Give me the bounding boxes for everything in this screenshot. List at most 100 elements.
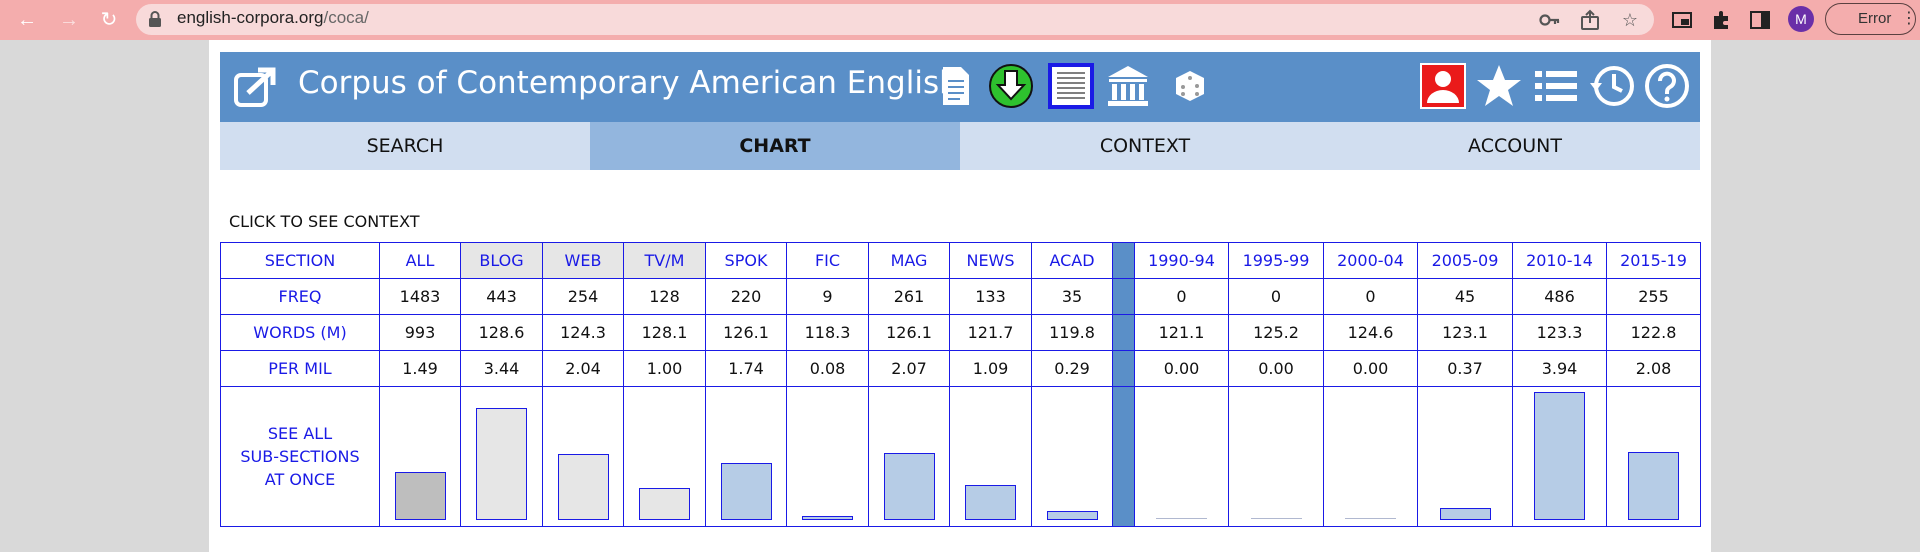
freq-cell[interactable]: 443 bbox=[460, 278, 543, 315]
external-link-icon[interactable] bbox=[232, 65, 278, 111]
user-icon[interactable] bbox=[1420, 63, 1466, 109]
favorites-star-icon[interactable] bbox=[1476, 63, 1522, 109]
section-header-cell[interactable]: SPOK bbox=[705, 242, 787, 279]
bar-cell[interactable] bbox=[1031, 386, 1113, 527]
bar-cell[interactable] bbox=[1323, 386, 1418, 527]
permil-cell: 2.07 bbox=[868, 350, 950, 387]
frequency-bar[interactable] bbox=[1628, 452, 1679, 520]
freq-cell[interactable]: 255 bbox=[1606, 278, 1701, 315]
see-all-subsections-text[interactable]: AT ONCE bbox=[221, 468, 379, 491]
tab-search[interactable]: SEARCH bbox=[220, 122, 590, 170]
frequency-bar[interactable] bbox=[557, 454, 609, 520]
back-arrow-icon[interactable]: ← bbox=[14, 7, 40, 33]
freq-cell[interactable]: 128 bbox=[623, 278, 706, 315]
dice-icon[interactable] bbox=[1173, 69, 1207, 103]
sidebar-icon[interactable] bbox=[1748, 8, 1772, 32]
section-header-cell[interactable]: WEB bbox=[542, 242, 624, 279]
frequency-bar[interactable] bbox=[1439, 508, 1491, 520]
list-icon[interactable] bbox=[1533, 63, 1579, 109]
extensions-icon[interactable] bbox=[1710, 8, 1734, 32]
section-row-label[interactable]: SECTION bbox=[220, 242, 380, 279]
frequency-bar[interactable] bbox=[1345, 518, 1396, 520]
section-header-cell[interactable]: FIC bbox=[786, 242, 869, 279]
freq-cell[interactable]: 261 bbox=[868, 278, 950, 315]
document-icon[interactable] bbox=[933, 63, 979, 109]
frequency-bar[interactable] bbox=[720, 463, 772, 520]
bar-cell[interactable] bbox=[1512, 386, 1607, 527]
history-icon[interactable] bbox=[1589, 63, 1635, 109]
bar-cell[interactable] bbox=[1606, 386, 1701, 527]
tab-account[interactable]: ACCOUNT bbox=[1330, 122, 1700, 170]
forward-arrow-icon[interactable]: → bbox=[56, 7, 82, 33]
frequency-bar[interactable] bbox=[476, 408, 527, 520]
bar-cell[interactable] bbox=[949, 386, 1032, 527]
freq-cell[interactable]: 133 bbox=[949, 278, 1032, 315]
frequency-bar[interactable] bbox=[1156, 518, 1207, 520]
frequency-bar[interactable] bbox=[1046, 511, 1098, 520]
frequency-bar[interactable] bbox=[883, 453, 935, 520]
section-header-cell[interactable]: 1995-99 bbox=[1228, 242, 1324, 279]
section-header-cell[interactable]: BLOG bbox=[460, 242, 543, 279]
star-icon[interactable]: ☆ bbox=[1618, 8, 1642, 32]
profile-avatar[interactable]: M bbox=[1788, 6, 1814, 32]
see-all-subsections-text[interactable]: SUB-SECTIONS bbox=[221, 445, 379, 468]
section-header-cell[interactable]: ALL bbox=[379, 242, 461, 279]
tab-context[interactable]: CONTEXT bbox=[960, 122, 1330, 170]
tab-chart[interactable]: CHART bbox=[590, 122, 960, 170]
freq-cell[interactable]: 254 bbox=[542, 278, 624, 315]
freq-cell[interactable]: 35 bbox=[1031, 278, 1113, 315]
section-header-cell[interactable]: NEWS bbox=[949, 242, 1032, 279]
site-title[interactable]: Corpus of Contemporary American English bbox=[298, 65, 959, 101]
frequency-bar[interactable] bbox=[1534, 392, 1585, 520]
frequency-bar[interactable] bbox=[965, 485, 1016, 520]
section-header-cell[interactable]: TV/M bbox=[623, 242, 706, 279]
freq-cell[interactable]: 0 bbox=[1134, 278, 1229, 315]
frequency-bar[interactable] bbox=[394, 472, 446, 520]
freq-cell[interactable]: 220 bbox=[705, 278, 787, 315]
freq-cell[interactable]: 1483 bbox=[379, 278, 461, 315]
frequency-bar[interactable] bbox=[802, 516, 853, 520]
words-cell: 126.1 bbox=[705, 314, 787, 351]
freq-cell[interactable]: 45 bbox=[1417, 278, 1513, 315]
bar-cell[interactable] bbox=[1134, 386, 1229, 527]
url-text[interactable]: english-corpora.org/coca/ bbox=[177, 8, 369, 28]
freq-cell[interactable]: 9 bbox=[786, 278, 869, 315]
permil-cell: 0.29 bbox=[1031, 350, 1113, 387]
section-header-cell[interactable]: 1990-94 bbox=[1134, 242, 1229, 279]
book-icon[interactable] bbox=[1048, 63, 1094, 109]
section-header-cell[interactable]: 2000-04 bbox=[1323, 242, 1418, 279]
see-all-subsections-text[interactable]: SEE ALL bbox=[221, 422, 379, 445]
freq-cell[interactable]: 0 bbox=[1323, 278, 1418, 315]
reload-icon[interactable]: ↻ bbox=[96, 7, 122, 33]
share-icon[interactable] bbox=[1578, 8, 1602, 32]
lock-icon[interactable] bbox=[148, 10, 162, 28]
download-icon[interactable] bbox=[988, 63, 1034, 109]
see-all-subsections-link[interactable]: SEE ALL SUB-SECTIONS AT ONCE bbox=[220, 386, 380, 527]
bar-cell[interactable] bbox=[868, 386, 950, 527]
bar-cell[interactable] bbox=[542, 386, 624, 527]
column-separator bbox=[1112, 278, 1135, 315]
section-header-cell[interactable]: 2005-09 bbox=[1417, 242, 1513, 279]
bar-cell[interactable] bbox=[379, 386, 461, 527]
picture-in-picture-icon[interactable] bbox=[1670, 8, 1694, 32]
section-header-cell[interactable]: MAG bbox=[868, 242, 950, 279]
bar-cell[interactable] bbox=[1417, 386, 1513, 527]
freq-cell[interactable]: 0 bbox=[1228, 278, 1324, 315]
frequency-bar[interactable] bbox=[1250, 518, 1302, 520]
error-button[interactable]: Error ⋮ bbox=[1825, 3, 1917, 35]
menu-icon[interactable]: ⋮ bbox=[1901, 8, 1917, 28]
help-icon[interactable] bbox=[1644, 63, 1690, 109]
frequency-bar[interactable] bbox=[639, 488, 690, 520]
freq-cell[interactable]: 486 bbox=[1512, 278, 1607, 315]
bar-cell[interactable] bbox=[460, 386, 543, 527]
bar-cell[interactable] bbox=[705, 386, 787, 527]
section-header-cell[interactable]: ACAD bbox=[1031, 242, 1113, 279]
library-icon[interactable] bbox=[1105, 63, 1151, 109]
section-header-cell[interactable]: 2015-19 bbox=[1606, 242, 1701, 279]
bar-cell[interactable] bbox=[623, 386, 706, 527]
bar-cell[interactable] bbox=[786, 386, 869, 527]
bar-cell[interactable] bbox=[1228, 386, 1324, 527]
key-icon[interactable] bbox=[1538, 8, 1562, 32]
section-header-cell[interactable]: 2010-14 bbox=[1512, 242, 1607, 279]
permil-cell: 3.44 bbox=[460, 350, 543, 387]
